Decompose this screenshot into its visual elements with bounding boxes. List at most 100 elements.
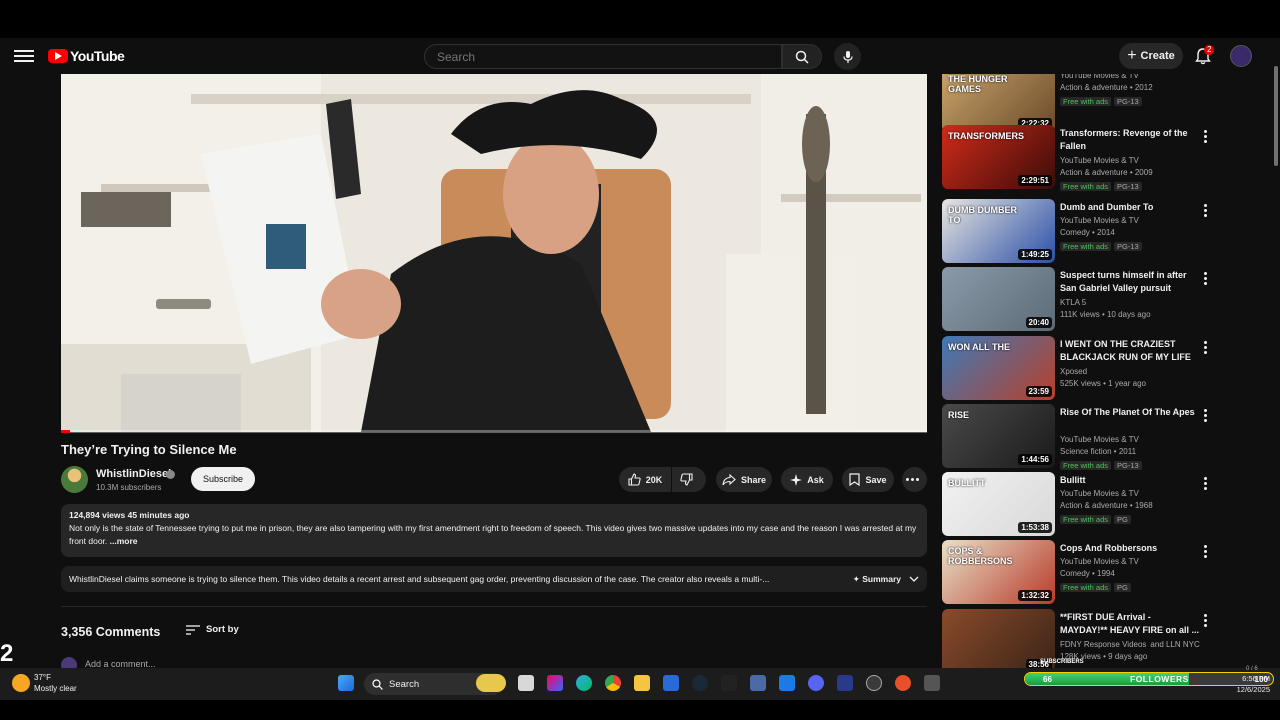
menu-icon[interactable] <box>14 47 34 65</box>
recommendation-title[interactable]: Cops And Robbersons <box>1060 542 1200 555</box>
more-options-icon[interactable] <box>1200 544 1210 558</box>
copilot-icon[interactable] <box>547 675 563 691</box>
masthead: YouTube + Create 2 <box>0 38 1280 74</box>
more-actions-button[interactable] <box>902 467 927 492</box>
discord-icon[interactable] <box>808 675 824 691</box>
recommendation-thumbnail[interactable]: THE HUNGER GAMES 2:22:32 <box>942 74 1055 132</box>
recommendation-thumbnail[interactable]: TRANSFORMERS 2:29:51 <box>942 125 1055 189</box>
recommendation-title[interactable]: Suspect turns himself in after San Gabri… <box>1060 269 1200 295</box>
description-more-link[interactable]: ...more <box>107 536 138 546</box>
system-clock[interactable]: 6:56 PM 12/6/2025 <box>1224 673 1270 695</box>
recommendation-channel[interactable]: YouTube Movies & TV <box>1060 434 1139 446</box>
weather-cloud-icon[interactable] <box>476 674 506 692</box>
youtube-logo[interactable]: YouTube <box>48 47 125 65</box>
recommendation-thumbnail[interactable]: WON ALL THE 23:59 <box>942 336 1055 400</box>
scrollbar-thumb[interactable] <box>1274 66 1278 166</box>
recommendation-title[interactable]: Rise Of The Planet Of The Apes <box>1060 406 1200 419</box>
recommendation-title[interactable]: Transformers: Revenge of the Fallen <box>1060 127 1200 153</box>
recommendation-thumbnail[interactable]: DUMB DUMBER TO 1:49:25 <box>942 199 1055 263</box>
recommendation-channel[interactable]: FDNY Response Videos and LLN NYC <box>1060 639 1200 651</box>
like-button[interactable]: 20K <box>619 467 671 492</box>
recommendation-item[interactable]: COPS & ROBBERSONS 1:32:32 Cops And Robbers… <box>942 540 1222 604</box>
thumbnail-title-art: COPS & ROBBERSONS <box>948 546 1013 566</box>
more-options-icon[interactable] <box>1200 271 1210 285</box>
recommendation-item[interactable]: DUMB DUMBER TO 1:49:25 Dumb and Dumber To Y… <box>942 199 1222 263</box>
chrome-icon[interactable] <box>605 675 621 691</box>
file-explorer-icon[interactable] <box>634 675 650 691</box>
recommendation-channel[interactable]: Xposed <box>1060 366 1087 378</box>
description-text: Not only is the state of Tennessee tryin… <box>69 522 919 548</box>
app-w-icon[interactable] <box>721 675 737 691</box>
battle-net-icon[interactable] <box>779 675 795 691</box>
app-tray-icon[interactable] <box>924 675 940 691</box>
chevron-down-icon[interactable] <box>909 566 919 592</box>
recommendation-item[interactable]: THE HUNGER GAMES 2:22:32 YouTube Movies & … <box>942 74 1222 132</box>
ai-summary-bar[interactable]: WhistlinDiesel claims someone is trying … <box>61 566 927 592</box>
recommendation-item[interactable]: BULLITT 1:53:38 Bullitt YouTube Movies & TV… <box>942 472 1222 536</box>
dislike-button[interactable] <box>672 467 706 492</box>
microphone-icon <box>842 50 853 63</box>
thumbnail-title-art: BULLITT <box>948 478 986 488</box>
recommendation-title[interactable]: Bullitt <box>1060 474 1200 487</box>
video-player[interactable] <box>61 74 927 432</box>
thumbnail-title-art: THE HUNGER GAMES <box>948 74 1008 94</box>
recommendation-channel[interactable]: YouTube Movies & TV <box>1060 74 1139 82</box>
rating-badge: PG-13 <box>1114 242 1142 251</box>
obs-icon[interactable] <box>866 675 882 691</box>
recommendation-item[interactable]: WON ALL THE 23:59 I WENT ON THE CRAZIEST B… <box>942 336 1222 400</box>
channel-name: YouTube Movies & TV <box>1060 435 1139 444</box>
windows-start-icon[interactable] <box>338 675 354 691</box>
app-orange-icon[interactable] <box>895 675 911 691</box>
recommendation-title[interactable]: Dumb and Dumber To <box>1060 201 1200 214</box>
channel-name[interactable]: WhistlinDiesel <box>96 468 171 480</box>
video-description[interactable]: 124,894 views 45 minutes ago Not only is… <box>61 504 927 557</box>
weather-widget[interactable]: 37°F Mostly clear <box>12 672 77 694</box>
app-arrow-icon[interactable] <box>837 675 853 691</box>
recommendation-channel[interactable]: YouTube Movies & TV <box>1060 155 1139 167</box>
more-options-icon[interactable] <box>1200 408 1210 422</box>
recommendation-title[interactable]: **FIRST DUE Arrival - MAYDAY!** HEAVY FI… <box>1060 611 1200 637</box>
recommendation-channel[interactable]: KTLA 5 <box>1060 297 1086 309</box>
recommendation-thumbnail[interactable]: COPS & ROBBERSONS 1:32:32 <box>942 540 1055 604</box>
recommendation-channel[interactable]: YouTube Movies & TV <box>1060 215 1139 227</box>
recommendation-badges: Free with ads PG-13 <box>1060 241 1142 253</box>
taskbar-search-label: Search <box>389 678 420 690</box>
search-button[interactable] <box>782 44 822 69</box>
sort-comments-button[interactable]: Sort by <box>186 624 239 635</box>
page-scrollbar[interactable] <box>1272 40 1280 670</box>
more-options-icon[interactable] <box>1200 340 1210 354</box>
recommendation-item[interactable]: RISE 1:44:56 Rise Of The Planet Of The Ape… <box>942 404 1222 470</box>
recommendation-title[interactable]: I WENT ON THE CRAZIEST BLACKJACK RUN OF … <box>1060 338 1200 364</box>
recommendation-meta: 525K views • 1 year ago <box>1060 379 1146 388</box>
subscribe-button[interactable]: Subscribe <box>191 467 255 491</box>
create-button[interactable]: + Create <box>1119 43 1183 69</box>
recommendation-thumbnail[interactable]: RISE 1:44:56 <box>942 404 1055 468</box>
recommendation-channel[interactable]: YouTube Movies & TV <box>1060 556 1139 568</box>
weather-moon-icon <box>12 674 30 692</box>
channel-avatar[interactable] <box>61 466 88 493</box>
edge-icon[interactable] <box>576 675 592 691</box>
more-options-icon[interactable] <box>1200 613 1210 627</box>
account-avatar[interactable] <box>1230 45 1252 67</box>
more-options-icon[interactable] <box>1200 203 1210 217</box>
recommendation-thumbnail[interactable]: 20:40 <box>942 267 1055 331</box>
rating-badge: PG-13 <box>1114 461 1142 470</box>
steam-icon[interactable] <box>692 675 708 691</box>
more-options-icon[interactable] <box>1200 129 1210 143</box>
share-button[interactable]: Share <box>716 467 772 492</box>
voice-search-button[interactable] <box>834 43 861 70</box>
recommendation-channel[interactable]: YouTube Movies & TV <box>1060 488 1139 500</box>
summary-button[interactable]: ✦ Summary <box>853 566 901 592</box>
recommendation-item[interactable]: TRANSFORMERS 2:29:51 Transformers: Revenge… <box>942 125 1222 191</box>
save-button[interactable]: Save <box>842 467 894 492</box>
video-progress-bar[interactable] <box>61 430 927 433</box>
store-icon[interactable] <box>663 675 679 691</box>
recommendation-item[interactable]: 20:40 Suspect turns himself in after San … <box>942 267 1222 331</box>
recommendation-thumbnail[interactable]: BULLITT 1:53:38 <box>942 472 1055 536</box>
search-input[interactable] <box>425 45 781 68</box>
app-launcher-icon[interactable] <box>750 675 766 691</box>
more-options-icon[interactable] <box>1200 476 1210 490</box>
task-view-icon[interactable] <box>518 675 534 691</box>
ask-button[interactable]: Ask <box>781 467 833 492</box>
recommendation-thumbnail[interactable]: 38:56 <box>942 609 1055 668</box>
